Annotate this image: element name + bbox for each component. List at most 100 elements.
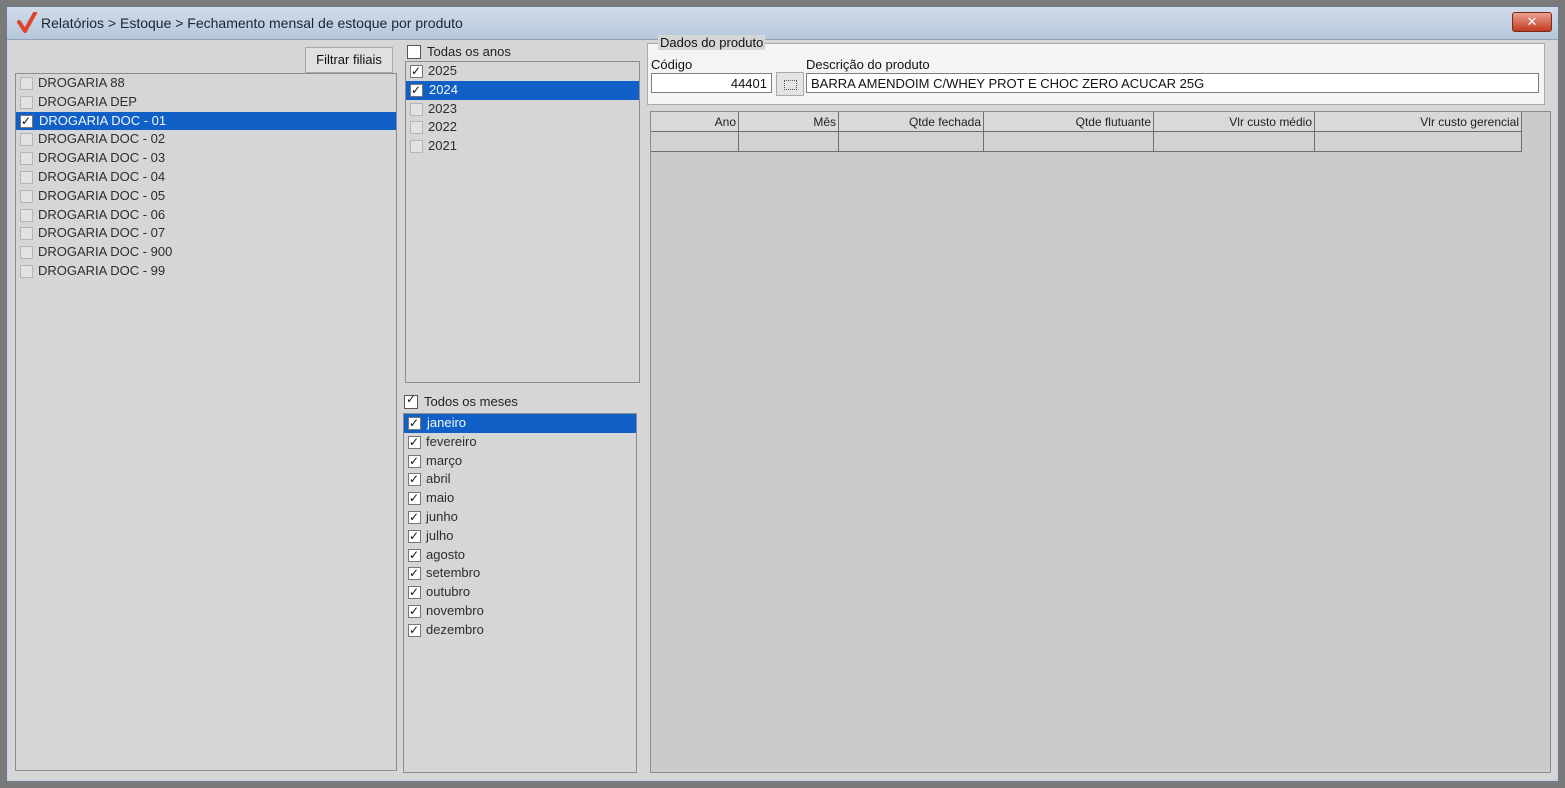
all-months-check-icon [404, 392, 418, 409]
month-item[interactable]: janeiro [404, 414, 636, 433]
branch-checkbox[interactable] [20, 77, 33, 90]
month-item[interactable]: novembro [404, 602, 636, 621]
branch-checkbox[interactable] [20, 208, 33, 222]
branch-item[interactable]: DROGARIA DOC - 06 [16, 206, 396, 225]
lookup-icon [784, 80, 797, 90]
year-checkbox[interactable] [410, 102, 423, 116]
product-lookup-button[interactable] [776, 72, 804, 96]
branch-checkbox[interactable] [20, 227, 33, 241]
branch-item[interactable]: DROGARIA DOC - 05 [16, 187, 396, 206]
column-header[interactable]: Qtde flutuante [984, 112, 1154, 132]
month-item[interactable]: dezembro [404, 621, 636, 640]
column-header[interactable]: Mês [739, 112, 839, 132]
year-item[interactable]: 2023 [406, 100, 639, 119]
year-label: 2023 [428, 100, 457, 116]
grid-cell[interactable] [651, 132, 739, 152]
month-checkbox[interactable] [408, 583, 421, 601]
all-years-checkbox[interactable]: Todas os anos [407, 44, 607, 62]
branch-label: DROGARIA DOC - 99 [38, 262, 166, 278]
month-checkbox[interactable] [408, 452, 421, 470]
branch-label: DROGARIA DOC - 04 [38, 168, 166, 184]
column-header[interactable]: Ano [651, 112, 739, 132]
month-label: janeiro [426, 414, 636, 432]
month-checkbox[interactable] [408, 470, 421, 488]
year-label: 2021 [428, 138, 457, 154]
column-header[interactable]: Vlr custo gerencial [1315, 112, 1522, 132]
branch-checkbox[interactable] [20, 189, 33, 203]
branch-item[interactable]: DROGARIA DOC - 01 [16, 111, 396, 131]
month-label: novembro [426, 602, 484, 618]
month-label: julho [426, 527, 454, 543]
product-code-input[interactable]: 44401 [651, 73, 772, 93]
grid-cell[interactable] [839, 132, 984, 152]
all-years-check-icon [407, 45, 421, 59]
product-data-legend: Dados do produto [658, 35, 766, 50]
stock-closing-grid[interactable]: Ano Mês Qtde fechada Qtde flutuante Vlr cust… [650, 111, 1551, 773]
month-label: abril [426, 471, 451, 487]
branch-checkbox[interactable] [20, 170, 33, 184]
year-checkbox[interactable] [410, 121, 423, 135]
branch-item[interactable]: DROGARIA DEP [16, 93, 396, 112]
grid-header-row: Ano Mês Qtde fechada Qtde flutuante Vlr cust… [651, 112, 1522, 132]
year-checkbox[interactable] [410, 62, 423, 80]
month-checkbox[interactable] [408, 564, 421, 582]
month-item[interactable]: agosto [404, 546, 636, 565]
grid-empty-row[interactable] [651, 132, 1522, 152]
month-label: setembro [426, 565, 481, 581]
filter-branches-button[interactable]: Filtrar filiais [305, 47, 393, 73]
year-item[interactable]: 2025 [406, 62, 639, 81]
month-checkbox[interactable] [408, 621, 421, 639]
grid-cell[interactable] [1154, 132, 1315, 152]
branch-checkbox[interactable] [20, 95, 33, 109]
all-months-checkbox[interactable]: Todos os meses [404, 392, 604, 412]
branch-checkbox[interactable] [20, 152, 33, 166]
month-item[interactable]: fevereiro [404, 433, 636, 452]
branch-label: DROGARIA DOC - 01 [38, 111, 396, 130]
grid-cell[interactable] [739, 132, 839, 152]
month-item[interactable]: abril [404, 470, 636, 489]
year-item[interactable]: 2024 [406, 80, 639, 100]
year-checkbox[interactable] [410, 81, 423, 99]
years-list[interactable]: 2025 20242023 2022 2021 [405, 61, 640, 383]
months-list[interactable]: janeirofevereiro março abril maio junho julho… [403, 413, 637, 773]
month-item[interactable]: junho [404, 508, 636, 527]
month-item[interactable]: outubro [404, 583, 636, 602]
branch-item[interactable]: DROGARIA DOC - 03 [16, 149, 396, 168]
branch-checkbox[interactable] [20, 264, 33, 278]
month-label: agosto [426, 546, 466, 562]
month-checkbox[interactable] [408, 489, 421, 507]
branch-item[interactable]: DROGARIA DOC - 900 [16, 243, 396, 262]
month-checkbox[interactable] [408, 508, 421, 526]
month-checkbox[interactable] [408, 602, 421, 620]
month-item[interactable]: setembro [404, 564, 636, 583]
branch-checkbox[interactable] [20, 246, 33, 260]
month-item[interactable]: março [404, 452, 636, 471]
branch-item[interactable]: DROGARIA DOC - 99 [16, 262, 396, 281]
grid-cell[interactable] [984, 132, 1154, 152]
branches-list[interactable]: DROGARIA 88 DROGARIA DEP DROGARIA DOC - 01… [15, 73, 397, 771]
month-label: maio [426, 490, 455, 506]
year-item[interactable]: 2021 [406, 137, 639, 156]
year-checkbox[interactable] [410, 140, 423, 154]
product-description-input[interactable]: BARRA AMENDOIM C/WHEY PROT E CHOC ZERO A… [806, 73, 1539, 93]
column-header[interactable]: Qtde fechada [839, 112, 984, 132]
month-item[interactable]: julho [404, 527, 636, 546]
branch-item[interactable]: DROGARIA DOC - 04 [16, 168, 396, 187]
month-checkbox[interactable] [408, 546, 421, 564]
month-checkbox[interactable] [408, 433, 421, 451]
branch-label: DROGARIA DOC - 03 [38, 150, 166, 166]
close-button[interactable]: ✕ [1512, 12, 1552, 32]
month-item[interactable]: maio [404, 489, 636, 508]
grid-cell[interactable] [1315, 132, 1522, 152]
branch-item[interactable]: DROGARIA DOC - 02 [16, 130, 396, 149]
branch-checkbox[interactable] [20, 112, 33, 130]
month-checkbox[interactable] [408, 414, 421, 432]
column-header[interactable]: Vlr custo médio [1154, 112, 1315, 132]
branch-checkbox[interactable] [20, 133, 33, 147]
month-checkbox[interactable] [408, 527, 421, 545]
year-item[interactable]: 2022 [406, 118, 639, 137]
all-years-label: Todas os anos [427, 44, 511, 59]
window-title: Relatórios > Estoque > Fechamento mensal… [41, 15, 463, 31]
branch-item[interactable]: DROGARIA DOC - 07 [16, 224, 396, 243]
branch-item[interactable]: DROGARIA 88 [16, 74, 396, 93]
